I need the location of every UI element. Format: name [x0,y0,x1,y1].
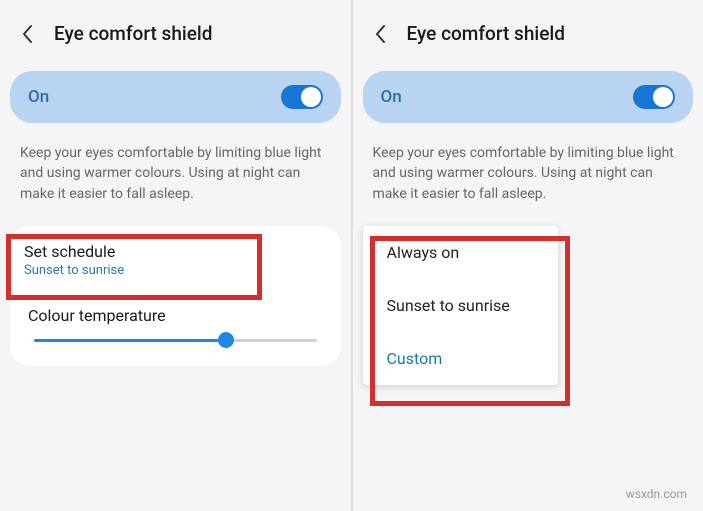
page-title: Eye comfort shield [54,22,212,45]
slider-fill [34,339,226,342]
back-icon[interactable] [371,24,391,44]
toggle-label: On [381,87,402,107]
toggle-label: On [28,87,49,107]
header: Eye comfort shield [0,0,351,67]
temp-slider[interactable] [28,339,323,350]
slider-track [34,339,317,342]
master-toggle-row[interactable]: On [10,71,341,123]
back-icon[interactable] [18,24,38,44]
page-title: Eye comfort shield [407,22,565,45]
master-toggle-row[interactable]: On [363,71,694,123]
description-text: Keep your eyes comfortable by limiting b… [0,137,351,222]
panel-left: Eye comfort shield On Keep your eyes com… [0,0,353,511]
colour-temperature-item: Colour temperature [10,292,341,364]
temp-title: Colour temperature [28,306,323,325]
description-text: Keep your eyes comfortable by limiting b… [353,137,703,222]
toggle-switch[interactable] [281,85,323,109]
watermark: wsxdn.com [626,487,687,501]
highlight-box-left [6,234,262,300]
header: Eye comfort shield [353,0,703,67]
highlight-box-right [370,236,570,406]
slider-thumb[interactable] [218,332,234,348]
toggle-switch[interactable] [633,85,675,109]
